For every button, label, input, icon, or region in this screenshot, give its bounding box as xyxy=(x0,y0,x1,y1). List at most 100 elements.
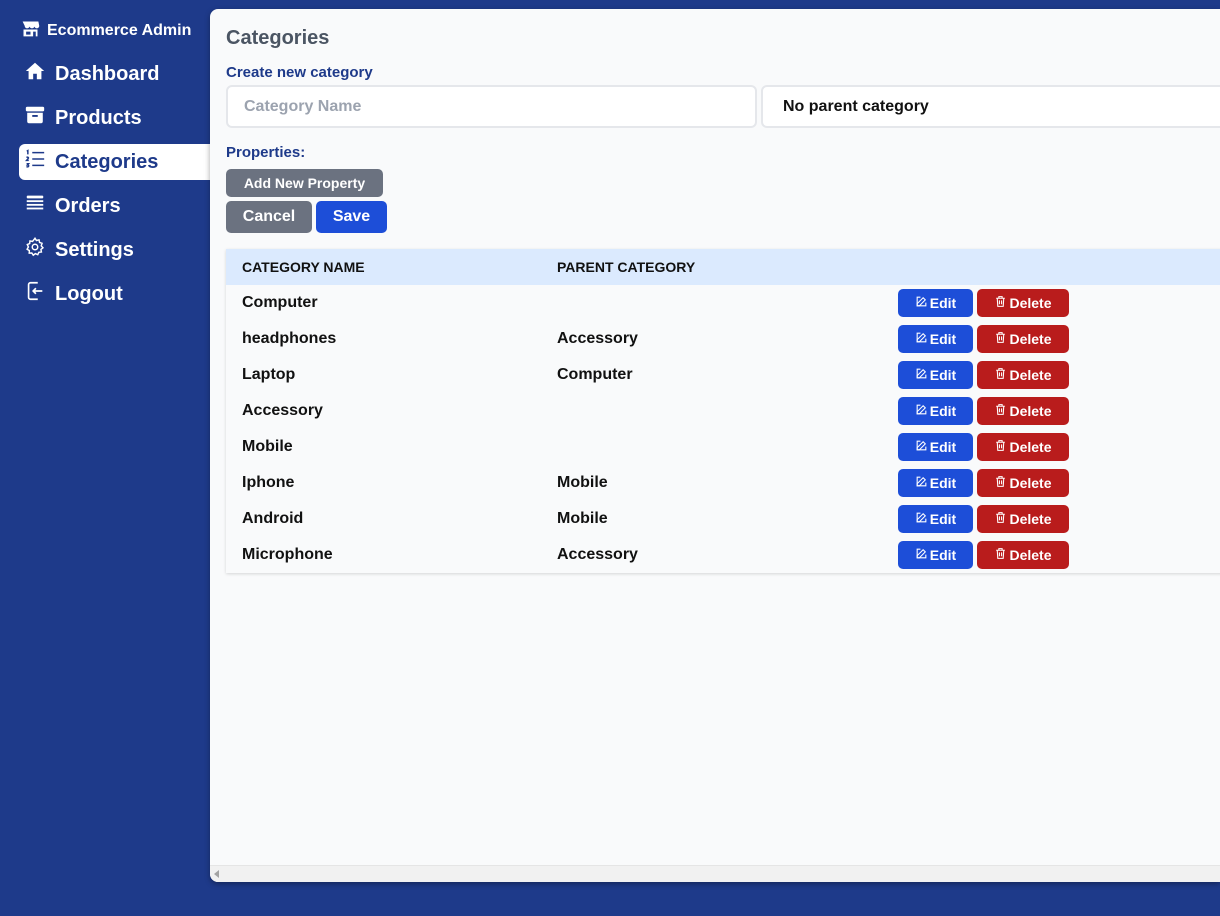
add-property-button[interactable]: Add New Property xyxy=(226,169,383,197)
delete-label: Delete xyxy=(1009,295,1052,311)
form-label: Create new category xyxy=(226,64,373,81)
cell-category-name: Accessory xyxy=(242,402,323,419)
cancel-button[interactable]: Cancel xyxy=(226,201,312,233)
edit-label: Edit xyxy=(929,511,957,527)
page-title: Categories xyxy=(226,27,330,49)
sidebar-item-label: Logout xyxy=(55,282,123,305)
sidebar-item-settings[interactable]: Settings xyxy=(19,232,210,268)
save-button[interactable]: Save xyxy=(316,201,387,233)
edit-label: Edit xyxy=(929,547,957,563)
sidebar-item-label: Categories xyxy=(55,150,159,173)
cell-parent-category: Accessory xyxy=(557,330,638,347)
edit-label: Edit xyxy=(929,331,957,347)
cell-category-name: Computer xyxy=(242,294,318,311)
sidebar-item-dashboard[interactable]: Dashboard xyxy=(19,56,210,92)
cell-category-name: Laptop xyxy=(242,366,296,383)
properties-label: Properties: xyxy=(226,144,306,161)
sidebar-nav: Dashboard Products Categories Orders Set… xyxy=(19,56,210,320)
trash-icon xyxy=(994,511,1007,527)
delete-label: Delete xyxy=(1009,331,1052,347)
table-row: Android Mobile Edit Delete xyxy=(226,501,1220,537)
cell-parent-category: Mobile xyxy=(557,510,608,527)
delete-button[interactable]: Delete xyxy=(977,397,1069,425)
delete-label: Delete xyxy=(1009,475,1052,491)
home-icon xyxy=(24,60,46,88)
table-body: Computer Edit Delete headphones Accessory Edi… xyxy=(226,285,1220,573)
delete-label: Delete xyxy=(1009,547,1052,563)
edit-icon xyxy=(915,439,928,455)
trash-icon xyxy=(994,367,1007,383)
edit-icon xyxy=(915,475,928,491)
edit-icon xyxy=(915,367,928,383)
delete-button[interactable]: Delete xyxy=(977,361,1069,389)
sidebar: Ecommerce Admin Dashboard Products Categ… xyxy=(0,0,210,916)
edit-button[interactable]: Edit xyxy=(898,505,973,533)
edit-button[interactable]: Edit xyxy=(898,289,973,317)
brand-logo[interactable]: Ecommerce Admin xyxy=(20,18,191,44)
delete-button[interactable]: Delete xyxy=(977,541,1069,569)
brand-title: Ecommerce Admin xyxy=(47,22,192,39)
edit-icon xyxy=(915,511,928,527)
table-row: Iphone Mobile Edit Delete xyxy=(226,465,1220,501)
header-parent-category: PARENT CATEGORY xyxy=(557,259,696,275)
edit-button[interactable]: Edit xyxy=(898,541,973,569)
cell-parent-category: Mobile xyxy=(557,474,608,491)
table-row: Microphone Accessory Edit Delete xyxy=(226,537,1220,573)
numbered-list-icon xyxy=(24,148,46,176)
sidebar-item-orders[interactable]: Orders xyxy=(19,188,210,224)
parent-category-selected: No parent category xyxy=(783,97,929,115)
edit-button[interactable]: Edit xyxy=(898,433,973,461)
table-row: Laptop Computer Edit Delete xyxy=(226,357,1220,393)
edit-icon xyxy=(915,331,928,347)
edit-button[interactable]: Edit xyxy=(898,325,973,353)
edit-button[interactable]: Edit xyxy=(898,397,973,425)
archive-box-icon xyxy=(24,104,46,132)
edit-button[interactable]: Edit xyxy=(898,361,973,389)
header-category-name: CATEGORY NAME xyxy=(242,259,365,275)
horizontal-scrollbar[interactable] xyxy=(210,865,1220,882)
cell-category-name: Mobile xyxy=(242,438,293,455)
sidebar-item-label: Dashboard xyxy=(55,62,160,85)
delete-label: Delete xyxy=(1009,367,1052,383)
edit-label: Edit xyxy=(929,439,957,455)
edit-icon xyxy=(915,295,928,311)
cell-parent-category: Accessory xyxy=(557,546,638,563)
delete-button[interactable]: Delete xyxy=(977,505,1069,533)
delete-label: Delete xyxy=(1009,439,1052,455)
sidebar-item-label: Settings xyxy=(55,238,134,261)
trash-icon xyxy=(994,547,1007,563)
trash-icon xyxy=(994,403,1007,419)
sidebar-item-logout[interactable]: Logout xyxy=(19,276,210,312)
table-row: Accessory Edit Delete xyxy=(226,393,1220,429)
gear-icon xyxy=(24,236,46,264)
sidebar-item-categories[interactable]: Categories xyxy=(19,144,210,180)
edit-label: Edit xyxy=(929,475,957,491)
edit-button[interactable]: Edit xyxy=(898,469,973,497)
sidebar-item-products[interactable]: Products xyxy=(19,100,210,136)
trash-icon xyxy=(994,439,1007,455)
store-icon xyxy=(20,18,41,44)
cell-parent-category: Computer xyxy=(557,366,633,383)
category-name-input[interactable] xyxy=(226,85,757,128)
sidebar-item-label: Orders xyxy=(55,194,121,217)
parent-category-select[interactable]: No parent category xyxy=(761,85,1220,128)
table-header: CATEGORY NAME PARENT CATEGORY xyxy=(226,249,1220,285)
cell-category-name: Iphone xyxy=(242,474,295,491)
edit-label: Edit xyxy=(929,403,957,419)
logout-icon xyxy=(24,280,46,308)
table-row: Computer Edit Delete xyxy=(226,285,1220,321)
trash-icon xyxy=(994,475,1007,491)
delete-button[interactable]: Delete xyxy=(977,469,1069,497)
edit-label: Edit xyxy=(929,295,957,311)
edit-icon xyxy=(915,547,928,563)
table-row: headphones Accessory Edit Delete xyxy=(226,321,1220,357)
delete-button[interactable]: Delete xyxy=(977,289,1069,317)
delete-label: Delete xyxy=(1009,511,1052,527)
delete-button[interactable]: Delete xyxy=(977,433,1069,461)
cell-category-name: Microphone xyxy=(242,546,333,563)
delete-button[interactable]: Delete xyxy=(977,325,1069,353)
categories-table: CATEGORY NAME PARENT CATEGORY Computer Ed… xyxy=(226,249,1220,573)
edit-label: Edit xyxy=(929,367,957,383)
scroll-left-arrow-icon[interactable] xyxy=(214,870,219,878)
edit-icon xyxy=(915,403,928,419)
